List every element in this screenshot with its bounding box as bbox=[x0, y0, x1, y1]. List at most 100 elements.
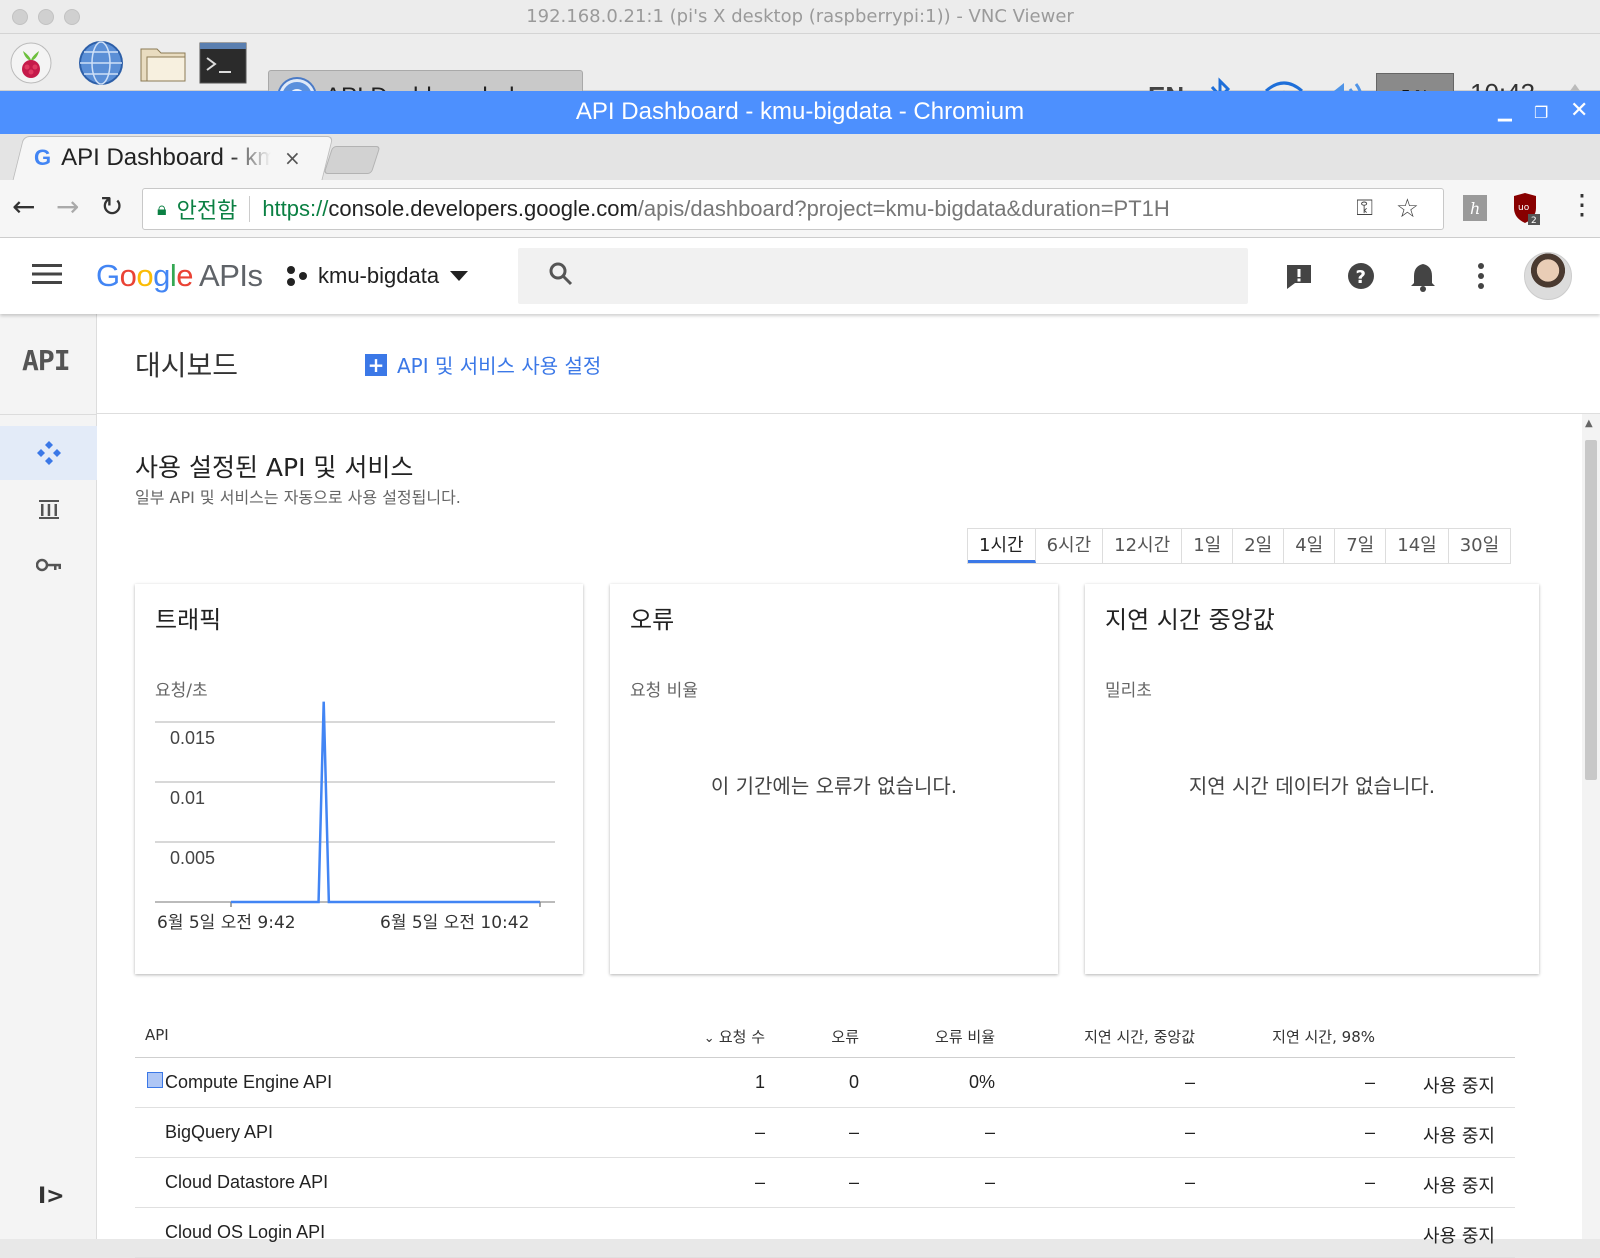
main-content: 대시보드 + API 및 서비스 사용 설정 ▲ 사용 설정된 API 및 서비… bbox=[97, 314, 1600, 1258]
cell-errors: 0 bbox=[848, 1072, 859, 1092]
header-errors[interactable]: 오류 bbox=[831, 1026, 859, 1047]
forward-icon[interactable]: → bbox=[56, 190, 79, 223]
ublock-icon[interactable]: uo 2 bbox=[1510, 192, 1542, 230]
cell-latency-98: – bbox=[1364, 1072, 1375, 1092]
tab-close-icon[interactable]: × bbox=[284, 146, 301, 170]
secure-label[interactable]: 안전함 bbox=[177, 193, 238, 225]
api-name-link[interactable]: Cloud OS Login API bbox=[165, 1222, 325, 1243]
api-name-link[interactable]: Compute Engine API bbox=[165, 1072, 332, 1093]
tab-api-dashboard[interactable]: G API Dashboard - kmu-bigdata bbox=[34, 144, 271, 172]
cell-latency-median: – bbox=[1184, 1172, 1195, 1192]
api-name-link[interactable]: BigQuery API bbox=[165, 1122, 273, 1143]
search-icon[interactable] bbox=[548, 261, 574, 291]
project-icon bbox=[287, 266, 307, 286]
address-bar[interactable]: 🔒︎ 안전함 https:// console.developers.googl… bbox=[142, 188, 1444, 230]
cell-error-rate: – bbox=[984, 1122, 995, 1142]
taskbar: API Dashboard - kmu... EN 5 % 10:43 bbox=[0, 34, 1600, 124]
close-icon[interactable]: ✕ bbox=[1570, 98, 1588, 123]
restore-icon[interactable]: ❐ bbox=[1534, 103, 1548, 122]
x-tick-label: 6월 5일 오전 9:42 bbox=[157, 913, 296, 933]
api-sidebar: API I> bbox=[0, 314, 97, 1239]
range-2d[interactable]: 2일 bbox=[1233, 529, 1285, 563]
url-host: console.developers.google.com bbox=[328, 196, 638, 221]
range-4d[interactable]: 4일 bbox=[1284, 529, 1336, 563]
sidebar-item-library[interactable] bbox=[0, 482, 97, 536]
range-7d[interactable]: 7일 bbox=[1335, 529, 1387, 563]
google-favicon-icon: G bbox=[34, 145, 52, 170]
plus-icon: + bbox=[365, 353, 387, 376]
address-separator bbox=[249, 196, 251, 222]
account-avatar[interactable] bbox=[1524, 252, 1572, 300]
scrollbar-thumb[interactable] bbox=[1585, 440, 1597, 780]
header-error-rate[interactable]: 오류 비율 bbox=[935, 1026, 995, 1047]
sidebar-expand-icon[interactable]: I> bbox=[38, 1184, 65, 1209]
range-12h[interactable]: 12시간 bbox=[1103, 529, 1183, 563]
sidebar-item-dashboard[interactable] bbox=[0, 426, 97, 480]
svg-text:2: 2 bbox=[1531, 216, 1537, 226]
browser-toolbar: ← → ↻ 🔒︎ 안전함 https:// console.developers… bbox=[0, 180, 1600, 238]
api-name-link[interactable]: Cloud Datastore API bbox=[165, 1172, 328, 1193]
table-row: BigQuery API – – – – – 사용 중지 bbox=[135, 1108, 1515, 1158]
disable-api-button[interactable]: 사용 중지 bbox=[1423, 1172, 1495, 1198]
latency-unit: 밀리초 bbox=[1105, 681, 1152, 701]
errors-card: 오류 요청 비율 이 기간에는 오류가 없습니다. bbox=[610, 584, 1058, 974]
y-tick-label: 0.015 bbox=[170, 728, 215, 748]
enable-apis-button[interactable]: + API 및 서비스 사용 설정 bbox=[365, 350, 601, 379]
latency-empty-message: 지연 시간 데이터가 없습니다. bbox=[1188, 774, 1436, 798]
terminal-icon[interactable] bbox=[198, 40, 248, 86]
raspberry-menu-icon[interactable] bbox=[6, 40, 56, 86]
disable-api-button[interactable]: 사용 중지 bbox=[1423, 1122, 1495, 1148]
minimize-icon[interactable]: ▁ bbox=[1498, 101, 1512, 122]
sort-down-icon: ⌄ bbox=[703, 1031, 719, 1046]
traffic-chart[interactable]: 0.015 0.01 0.005 6월 5일 오전 9:42 6월 5일 오전 10:4… bbox=[135, 584, 583, 974]
extension-h-icon[interactable]: h bbox=[1462, 194, 1488, 226]
hamburger-menu-icon[interactable] bbox=[32, 262, 62, 290]
series-color-swatch bbox=[147, 1072, 163, 1088]
disable-api-button[interactable]: 사용 중지 bbox=[1423, 1222, 1495, 1248]
bookmark-star-icon[interactable]: ☆ bbox=[1396, 193, 1419, 224]
range-6h[interactable]: 6시간 bbox=[1036, 529, 1104, 563]
folder-icon[interactable] bbox=[138, 40, 188, 86]
new-tab-button[interactable] bbox=[323, 146, 381, 174]
table-row: Cloud Datastore API – – – – – 사용 중지 bbox=[135, 1158, 1515, 1208]
reload-icon[interactable]: ↻ bbox=[100, 190, 123, 223]
range-14d[interactable]: 14일 bbox=[1386, 529, 1449, 563]
api-logo: API bbox=[22, 344, 71, 377]
key-icon[interactable]: ⚿ bbox=[1356, 195, 1373, 221]
svg-text:GoogleAPIs: Google APIs bbox=[96, 258, 262, 293]
range-1d[interactable]: 1일 bbox=[1182, 529, 1234, 563]
back-icon[interactable]: ← bbox=[12, 190, 35, 223]
header-api[interactable]: API bbox=[145, 1026, 169, 1044]
feedback-icon[interactable] bbox=[1284, 262, 1314, 296]
range-30d[interactable]: 30일 bbox=[1449, 529, 1510, 563]
section-subtitle: 일부 API 및 서비스는 자동으로 사용 설정됩니다. bbox=[135, 488, 461, 507]
x-tick-label: 6월 5일 오전 10:42 bbox=[380, 913, 529, 933]
scroll-up-icon[interactable]: ▲ bbox=[1585, 418, 1593, 429]
browser-titlebar: API Dashboard - kmu-bigdata - Chromium ▁… bbox=[0, 91, 1600, 134]
project-selector[interactable]: kmu-bigdata bbox=[286, 263, 469, 289]
header-requests[interactable]: ⌄ 요청 수 bbox=[704, 1026, 765, 1047]
lock-icon[interactable]: 🔒︎ bbox=[157, 199, 167, 220]
more-options-icon[interactable] bbox=[1477, 262, 1485, 294]
disable-api-button[interactable]: 사용 중지 bbox=[1423, 1072, 1495, 1098]
project-name: kmu-bigdata bbox=[318, 263, 440, 288]
cell-errors: – bbox=[848, 1172, 859, 1192]
sidebar-item-credentials[interactable] bbox=[0, 538, 97, 592]
cell-latency-98: – bbox=[1364, 1172, 1375, 1192]
scrollbar[interactable]: ▲ bbox=[1582, 414, 1600, 1239]
cell-requests: 1 bbox=[754, 1072, 765, 1092]
search-bar[interactable] bbox=[518, 248, 1248, 304]
header-latency-median[interactable]: 지연 시간, 중앙값 bbox=[1084, 1026, 1195, 1047]
help-icon[interactable]: ? bbox=[1347, 262, 1375, 294]
browser-menu-icon[interactable]: ⋮ bbox=[1568, 188, 1596, 221]
dropdown-caret-icon bbox=[450, 271, 469, 281]
header-latency-98[interactable]: 지연 시간, 98% bbox=[1272, 1026, 1375, 1047]
cell-requests: – bbox=[754, 1122, 765, 1142]
header-requests-label: 요청 수 bbox=[718, 1028, 765, 1046]
range-1h[interactable]: 1시간 bbox=[968, 529, 1036, 563]
notifications-bell-icon[interactable] bbox=[1410, 262, 1436, 296]
google-apis-logo[interactable]: Google APIs bbox=[96, 256, 266, 304]
traffic-series-line bbox=[231, 701, 540, 904]
globe-icon[interactable] bbox=[76, 40, 126, 86]
browser-title: API Dashboard - kmu-bigdata - Chromium bbox=[575, 98, 1025, 125]
